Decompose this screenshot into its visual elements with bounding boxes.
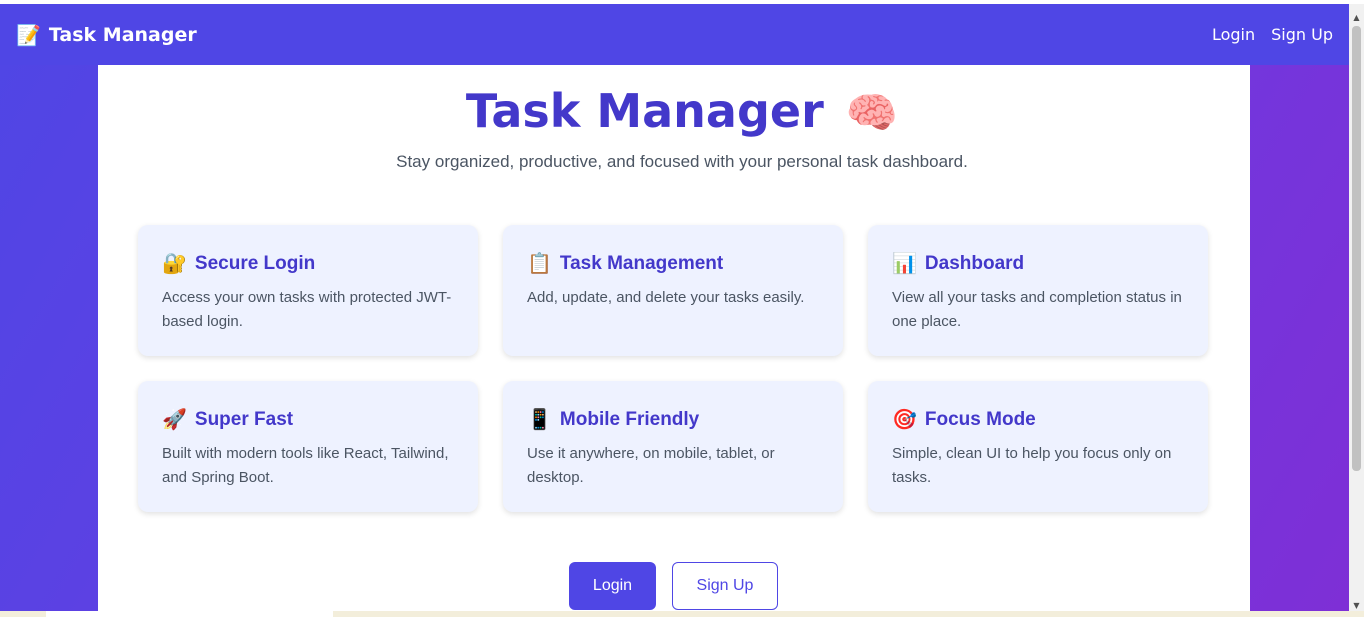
hero-subtitle: Stay organized, productive, and focused … <box>396 152 968 171</box>
feature-title: 📋 Task Management <box>527 251 819 276</box>
feature-title-text: Task Management <box>559 252 724 274</box>
feature-card-focus-mode: 🎯 Focus Mode Simple, clean UI to help yo… <box>868 381 1208 512</box>
feature-title-text: Super Fast <box>194 408 294 430</box>
feature-description: Use it anywhere, on mobile, tablet, or d… <box>527 445 775 486</box>
feature-card-task-management: 📋 Task Management Add, update, and delet… <box>503 225 843 356</box>
feature-card-mobile-friendly: 📱 Mobile Friendly Use it anywhere, on mo… <box>503 381 843 512</box>
feature-card-dashboard: 📊 Dashboard View all your tasks and comp… <box>868 225 1208 356</box>
signup-button[interactable]: Sign Up <box>672 562 778 610</box>
feature-title: 🚀 Super Fast <box>162 407 454 432</box>
bar-chart-icon: 📊 <box>892 253 917 275</box>
target-icon: 🎯 <box>892 409 917 431</box>
nav-login-link[interactable]: Login <box>1212 25 1255 44</box>
mobile-phone-icon: 📱 <box>527 409 552 431</box>
feature-description: Access your own tasks with protected JWT… <box>162 289 452 330</box>
feature-title-text: Mobile Friendly <box>559 408 700 430</box>
feature-description: View all your tasks and completion statu… <box>892 289 1182 330</box>
login-button[interactable]: Login <box>569 562 656 610</box>
feature-title: 📊 Dashboard <box>892 251 1184 276</box>
brand[interactable]: 📝 Task Manager <box>16 23 197 47</box>
feature-title-text: Focus Mode <box>924 408 1036 430</box>
vertical-scrollbar[interactable]: ▲ ▼ <box>1349 4 1364 611</box>
clipboard-icon: 📋 <box>527 253 552 275</box>
brain-icon: 🧠 <box>845 88 899 137</box>
bottom-strip <box>0 611 1364 617</box>
feature-title: 📱 Mobile Friendly <box>527 407 819 432</box>
feature-card-secure-login: 🔐 Secure Login Access your own tasks wit… <box>138 225 478 356</box>
scroll-up-arrow-icon[interactable]: ▲ <box>1351 12 1362 24</box>
feature-title: 🎯 Focus Mode <box>892 407 1184 432</box>
brand-title: Task Manager <box>48 23 197 46</box>
rocket-icon: 🚀 <box>162 409 187 431</box>
top-navbar: 📝 Task Manager Login Sign Up <box>0 4 1349 65</box>
feature-title: 🔐 Secure Login <box>162 251 454 276</box>
feature-card-super-fast: 🚀 Super Fast Built with modern tools lik… <box>138 381 478 512</box>
feature-title-text: Dashboard <box>924 252 1025 274</box>
feature-description: Simple, clean UI to help you focus only … <box>892 445 1172 486</box>
lock-key-icon: 🔐 <box>162 253 187 275</box>
nav-links: Login Sign Up <box>1212 25 1333 44</box>
feature-description: Built with modern tools like React, Tail… <box>162 445 449 486</box>
scrollbar-thumb[interactable] <box>1352 26 1361 471</box>
hero-title: Task Manager 🧠 <box>0 84 1364 138</box>
nav-signup-link[interactable]: Sign Up <box>1271 25 1333 44</box>
hero-title-text: Task Manager <box>465 84 824 138</box>
feature-description: Add, update, and delete your tasks easil… <box>527 289 805 306</box>
memo-icon: 📝 <box>16 22 41 47</box>
bottom-strip-segment <box>46 611 333 617</box>
feature-title-text: Secure Login <box>194 252 316 274</box>
